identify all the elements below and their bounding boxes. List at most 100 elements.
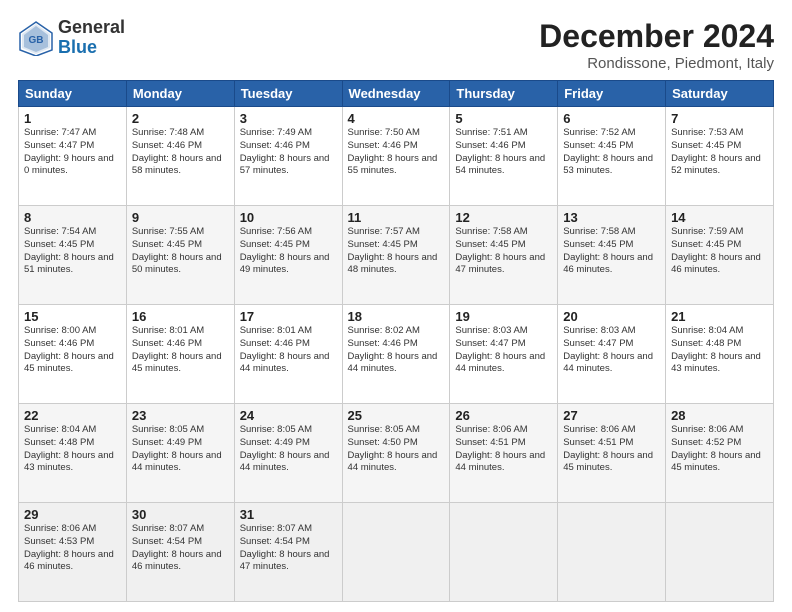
- day-number: 25: [348, 408, 445, 423]
- day-info: Sunrise: 8:06 AMSunset: 4:51 PMDaylight:…: [455, 424, 552, 475]
- calendar-cell: 25Sunrise: 8:05 AMSunset: 4:50 PMDayligh…: [342, 404, 450, 503]
- calendar-cell: 2Sunrise: 7:48 AMSunset: 4:46 PMDaylight…: [126, 107, 234, 206]
- calendar-cell: 28Sunrise: 8:06 AMSunset: 4:52 PMDayligh…: [666, 404, 774, 503]
- calendar-cell: 18Sunrise: 8:02 AMSunset: 4:46 PMDayligh…: [342, 305, 450, 404]
- calendar-cell: 27Sunrise: 8:06 AMSunset: 4:51 PMDayligh…: [558, 404, 666, 503]
- day-info: Sunrise: 7:58 AMSunset: 4:45 PMDaylight:…: [563, 226, 660, 277]
- day-info: Sunrise: 7:50 AMSunset: 4:46 PMDaylight:…: [348, 127, 445, 178]
- day-info: Sunrise: 8:03 AMSunset: 4:47 PMDaylight:…: [563, 325, 660, 376]
- calendar-cell: 19Sunrise: 8:03 AMSunset: 4:47 PMDayligh…: [450, 305, 558, 404]
- day-number: 17: [240, 309, 337, 324]
- calendar-cell: 13Sunrise: 7:58 AMSunset: 4:45 PMDayligh…: [558, 206, 666, 305]
- calendar-cell: 23Sunrise: 8:05 AMSunset: 4:49 PMDayligh…: [126, 404, 234, 503]
- day-number: 9: [132, 210, 229, 225]
- day-info: Sunrise: 7:57 AMSunset: 4:45 PMDaylight:…: [348, 226, 445, 277]
- day-info: Sunrise: 8:04 AMSunset: 4:48 PMDaylight:…: [24, 424, 121, 475]
- calendar-body: 1Sunrise: 7:47 AMSunset: 4:47 PMDaylight…: [19, 107, 774, 602]
- calendar-cell: 17Sunrise: 8:01 AMSunset: 4:46 PMDayligh…: [234, 305, 342, 404]
- day-info: Sunrise: 7:58 AMSunset: 4:45 PMDaylight:…: [455, 226, 552, 277]
- month-title: December 2024: [539, 18, 774, 55]
- day-number: 26: [455, 408, 552, 423]
- day-header-saturday: Saturday: [666, 81, 774, 107]
- day-info: Sunrise: 7:53 AMSunset: 4:45 PMDaylight:…: [671, 127, 768, 178]
- day-number: 30: [132, 507, 229, 522]
- logo-text: General Blue: [58, 18, 125, 58]
- day-header-monday: Monday: [126, 81, 234, 107]
- day-number: 10: [240, 210, 337, 225]
- location-title: Rondissone, Piedmont, Italy: [539, 55, 774, 72]
- day-info: Sunrise: 7:49 AMSunset: 4:46 PMDaylight:…: [240, 127, 337, 178]
- day-info: Sunrise: 8:03 AMSunset: 4:47 PMDaylight:…: [455, 325, 552, 376]
- day-number: 24: [240, 408, 337, 423]
- day-number: 21: [671, 309, 768, 324]
- day-info: Sunrise: 8:04 AMSunset: 4:48 PMDaylight:…: [671, 325, 768, 376]
- calendar-cell: 8Sunrise: 7:54 AMSunset: 4:45 PMDaylight…: [19, 206, 127, 305]
- day-info: Sunrise: 7:51 AMSunset: 4:46 PMDaylight:…: [455, 127, 552, 178]
- day-header-thursday: Thursday: [450, 81, 558, 107]
- day-number: 1: [24, 111, 121, 126]
- calendar-cell: 22Sunrise: 8:04 AMSunset: 4:48 PMDayligh…: [19, 404, 127, 503]
- day-info: Sunrise: 8:05 AMSunset: 4:49 PMDaylight:…: [240, 424, 337, 475]
- week-row-3: 15Sunrise: 8:00 AMSunset: 4:46 PMDayligh…: [19, 305, 774, 404]
- week-row-2: 8Sunrise: 7:54 AMSunset: 4:45 PMDaylight…: [19, 206, 774, 305]
- calendar-cell: 5Sunrise: 7:51 AMSunset: 4:46 PMDaylight…: [450, 107, 558, 206]
- calendar-cell: 24Sunrise: 8:05 AMSunset: 4:49 PMDayligh…: [234, 404, 342, 503]
- logo: GB General Blue: [18, 18, 125, 58]
- page: GB General Blue December 2024 Rondissone…: [0, 0, 792, 612]
- calendar-cell: 6Sunrise: 7:52 AMSunset: 4:45 PMDaylight…: [558, 107, 666, 206]
- day-info: Sunrise: 8:05 AMSunset: 4:50 PMDaylight:…: [348, 424, 445, 475]
- day-number: 2: [132, 111, 229, 126]
- calendar-cell: 29Sunrise: 8:06 AMSunset: 4:53 PMDayligh…: [19, 503, 127, 602]
- day-number: 6: [563, 111, 660, 126]
- calendar-header-row: SundayMondayTuesdayWednesdayThursdayFrid…: [19, 81, 774, 107]
- day-number: 31: [240, 507, 337, 522]
- calendar-cell: 14Sunrise: 7:59 AMSunset: 4:45 PMDayligh…: [666, 206, 774, 305]
- day-info: Sunrise: 8:02 AMSunset: 4:46 PMDaylight:…: [348, 325, 445, 376]
- day-info: Sunrise: 8:07 AMSunset: 4:54 PMDaylight:…: [240, 523, 337, 574]
- calendar-cell: 15Sunrise: 8:00 AMSunset: 4:46 PMDayligh…: [19, 305, 127, 404]
- title-block: December 2024 Rondissone, Piedmont, Ital…: [539, 18, 774, 72]
- day-number: 16: [132, 309, 229, 324]
- day-number: 19: [455, 309, 552, 324]
- calendar-cell: [558, 503, 666, 602]
- day-number: 5: [455, 111, 552, 126]
- day-number: 12: [455, 210, 552, 225]
- calendar-cell: 3Sunrise: 7:49 AMSunset: 4:46 PMDaylight…: [234, 107, 342, 206]
- day-number: 22: [24, 408, 121, 423]
- day-info: Sunrise: 8:00 AMSunset: 4:46 PMDaylight:…: [24, 325, 121, 376]
- calendar-cell: 21Sunrise: 8:04 AMSunset: 4:48 PMDayligh…: [666, 305, 774, 404]
- day-info: Sunrise: 8:06 AMSunset: 4:51 PMDaylight:…: [563, 424, 660, 475]
- week-row-4: 22Sunrise: 8:04 AMSunset: 4:48 PMDayligh…: [19, 404, 774, 503]
- day-info: Sunrise: 8:06 AMSunset: 4:52 PMDaylight:…: [671, 424, 768, 475]
- day-number: 13: [563, 210, 660, 225]
- day-number: 8: [24, 210, 121, 225]
- day-number: 11: [348, 210, 445, 225]
- calendar-cell: 26Sunrise: 8:06 AMSunset: 4:51 PMDayligh…: [450, 404, 558, 503]
- svg-text:GB: GB: [29, 35, 44, 46]
- day-header-tuesday: Tuesday: [234, 81, 342, 107]
- week-row-5: 29Sunrise: 8:06 AMSunset: 4:53 PMDayligh…: [19, 503, 774, 602]
- day-info: Sunrise: 7:52 AMSunset: 4:45 PMDaylight:…: [563, 127, 660, 178]
- day-number: 14: [671, 210, 768, 225]
- day-number: 23: [132, 408, 229, 423]
- calendar-cell: 1Sunrise: 7:47 AMSunset: 4:47 PMDaylight…: [19, 107, 127, 206]
- calendar-cell: 30Sunrise: 8:07 AMSunset: 4:54 PMDayligh…: [126, 503, 234, 602]
- week-row-1: 1Sunrise: 7:47 AMSunset: 4:47 PMDaylight…: [19, 107, 774, 206]
- day-header-sunday: Sunday: [19, 81, 127, 107]
- day-number: 4: [348, 111, 445, 126]
- calendar-cell: 31Sunrise: 8:07 AMSunset: 4:54 PMDayligh…: [234, 503, 342, 602]
- day-number: 7: [671, 111, 768, 126]
- day-info: Sunrise: 8:06 AMSunset: 4:53 PMDaylight:…: [24, 523, 121, 574]
- day-number: 15: [24, 309, 121, 324]
- calendar-cell: [450, 503, 558, 602]
- day-info: Sunrise: 7:56 AMSunset: 4:45 PMDaylight:…: [240, 226, 337, 277]
- day-number: 3: [240, 111, 337, 126]
- day-header-wednesday: Wednesday: [342, 81, 450, 107]
- day-info: Sunrise: 8:05 AMSunset: 4:49 PMDaylight:…: [132, 424, 229, 475]
- day-info: Sunrise: 8:01 AMSunset: 4:46 PMDaylight:…: [132, 325, 229, 376]
- calendar-cell: 7Sunrise: 7:53 AMSunset: 4:45 PMDaylight…: [666, 107, 774, 206]
- day-number: 27: [563, 408, 660, 423]
- day-info: Sunrise: 7:48 AMSunset: 4:46 PMDaylight:…: [132, 127, 229, 178]
- calendar-cell: 10Sunrise: 7:56 AMSunset: 4:45 PMDayligh…: [234, 206, 342, 305]
- logo-general: General: [58, 18, 125, 38]
